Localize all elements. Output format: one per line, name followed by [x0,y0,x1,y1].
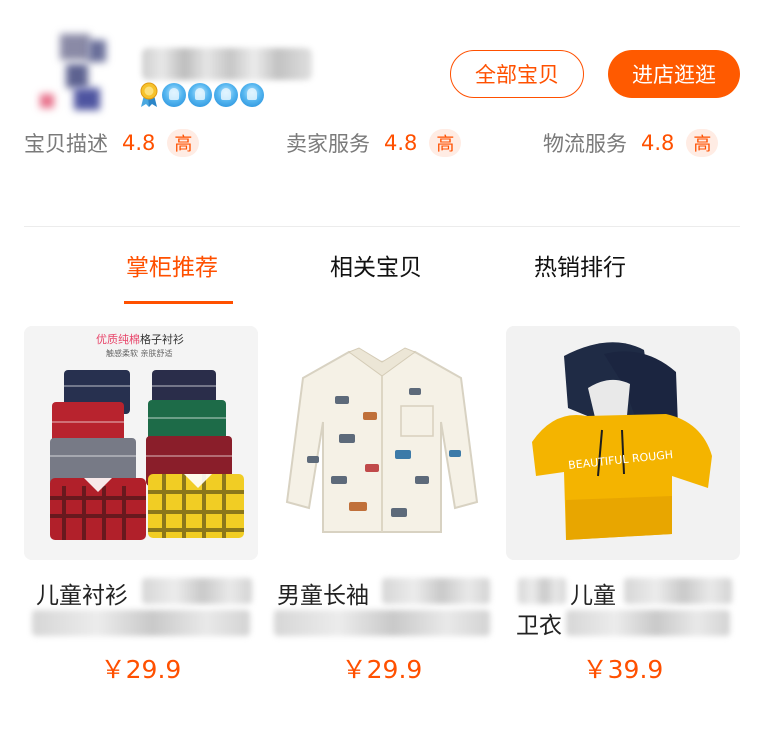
rating-score: 4.8 [122,131,156,155]
product-title[interactable]: 男童长袖 [277,576,369,610]
avatar-pixel [60,34,90,60]
crown-icon [240,83,264,107]
crown-icon [162,83,186,107]
image-caption: 触感柔软 亲肤舒适 [106,348,173,358]
product-price: ￥39.9 [582,655,664,684]
product-image[interactable]: BEAUTIFUL ROUGH [506,326,740,560]
rating-label: 卖家服务 [286,132,370,156]
product-card[interactable]: 优质纯棉 格子衬衫 触感柔软 亲肤舒适 [24,326,258,560]
all-items-button[interactable]: 全部宝贝 [450,50,584,98]
shop-name-blurred [142,48,312,80]
shop-recommendation-panel: 全部宝贝 进店逛逛 宝贝描述 4.8 高 卖家服务 4.8 高 物流服务 4.8… [0,0,763,735]
tab-related-items[interactable]: 相关宝贝 [330,248,422,282]
product-title-blurred [566,610,730,636]
rating-level-badge: 高 [686,129,719,157]
product-card[interactable] [265,326,499,560]
product-title-blurred [142,578,252,604]
image-caption: 优质纯棉 [96,332,140,346]
product-image[interactable]: 优质纯棉 格子衬衫 触感柔软 亲肤舒适 [24,326,258,560]
crown-icon [214,83,238,107]
rating-level-badge: 高 [167,129,200,157]
tab-best-sellers[interactable]: 热销排行 [534,248,626,282]
shop-ratings: 宝贝描述 4.8 高 卖家服务 4.8 高 物流服务 4.8 高 [0,128,763,160]
product-title-blurred [274,610,490,636]
shop-avatar[interactable] [30,30,116,116]
image-caption: 格子衬衫 [140,332,184,346]
active-tab-indicator [124,301,233,304]
product-price: ￥29.9 [100,655,182,684]
crown-icon [188,83,212,107]
tab-shopkeeper-picks[interactable]: 掌柜推荐 [126,248,218,282]
shop-credit-badges [138,82,264,108]
product-title[interactable]: 卫衣 [516,606,562,640]
rating-level-badge: 高 [429,129,462,157]
section-divider [24,226,740,227]
product-image[interactable] [265,326,499,560]
rating-description: 宝贝描述 4.8 高 [24,128,200,158]
rating-logistics: 物流服务 4.8 高 [543,128,719,158]
avatar-pixel [88,40,106,62]
rating-score: 4.8 [384,131,418,155]
product-card[interactable]: BEAUTIFUL ROUGH [506,326,740,560]
rating-label: 物流服务 [543,132,627,156]
product-title-blurred [382,578,490,604]
product-price: ￥29.9 [341,655,423,684]
avatar-pixel [74,88,100,110]
avatar-pixel [40,94,54,108]
enter-shop-button[interactable]: 进店逛逛 [608,50,740,98]
product-title-blurred [518,578,566,604]
rating-service: 卖家服务 4.8 高 [286,128,462,158]
rating-score: 4.8 [641,131,675,155]
gold-medal-icon [138,82,160,108]
product-title[interactable]: 儿童 [570,576,616,610]
rating-label: 宝贝描述 [24,132,108,156]
product-title-blurred [624,578,732,604]
product-title[interactable]: 儿童衬衫 [36,576,128,610]
avatar-pixel [66,64,88,88]
product-title-blurred [32,610,250,636]
